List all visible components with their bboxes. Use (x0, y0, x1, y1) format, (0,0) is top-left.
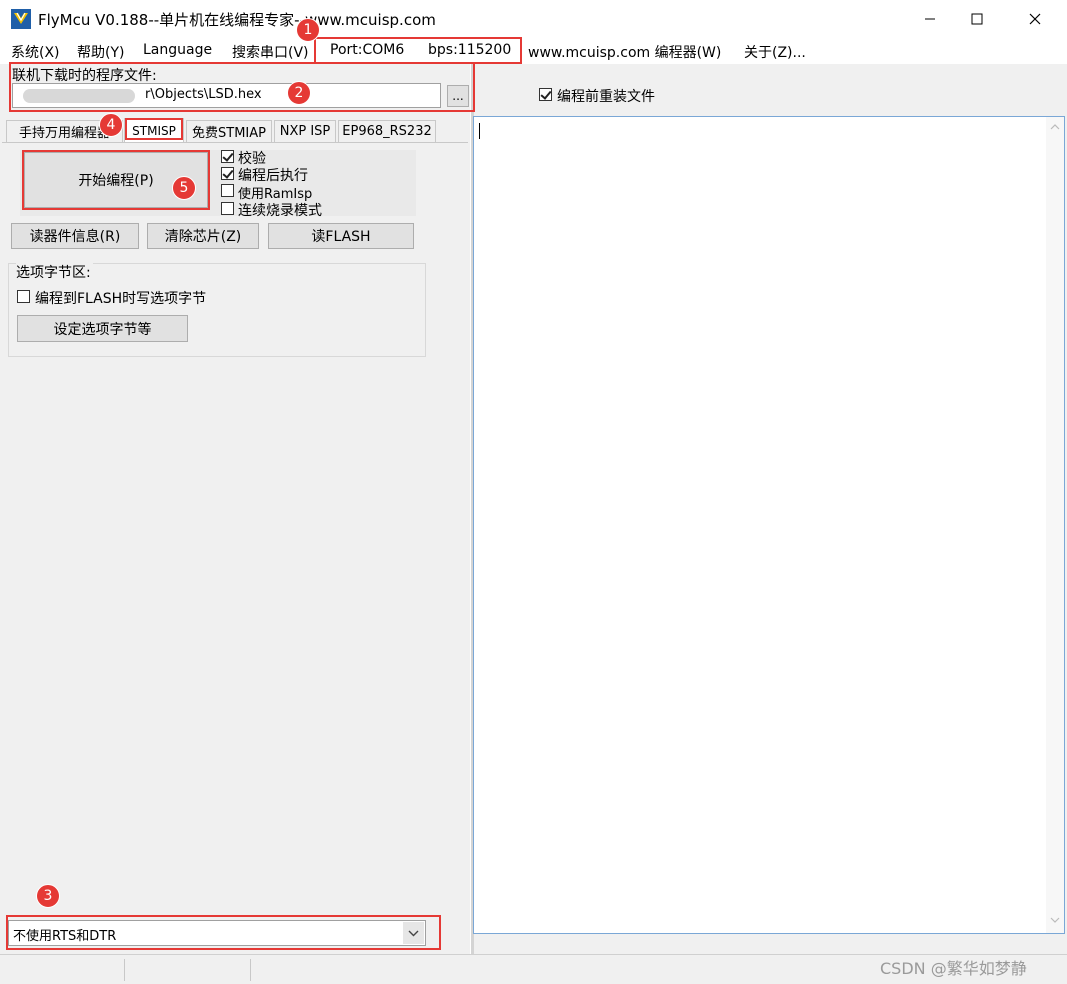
menu-system[interactable]: 系统(X) (11, 42, 60, 62)
menu-programmer[interactable]: www.mcuisp.com 编程器(W) (528, 42, 721, 62)
scroll-up-icon[interactable] (1050, 123, 1060, 130)
tab-ep968-label: EP968_RS232 (342, 124, 432, 139)
run-after-label: 编程后执行 (238, 168, 308, 184)
menu-search-port[interactable]: 搜索串口(V) (232, 42, 309, 62)
tab-divider (2, 142, 468, 143)
close-button[interactable] (1012, 0, 1058, 38)
erase-chip-button[interactable]: 清除芯片(Z) (147, 223, 259, 249)
maximize-button[interactable] (954, 0, 1000, 38)
annotation-badge-5: 5 (172, 176, 196, 200)
menu-help[interactable]: 帮助(Y) (77, 42, 124, 62)
tab-handheld-label: 手持万用编程器 (18, 126, 110, 141)
status-divider (250, 959, 251, 981)
text-caret (479, 123, 480, 139)
maximize-icon (971, 13, 983, 25)
watermark: CSDN @繁华如梦静 (880, 959, 1027, 978)
read-info-button[interactable]: 读器件信息(R) (11, 223, 139, 249)
read-flash-button[interactable]: 读FLASH (268, 223, 414, 249)
annotation-badge-3: 3 (36, 884, 60, 908)
title-bar: FlyMcu V0.188--单片机在线编程专家--www.mcuisp.com (0, 0, 1067, 38)
tab-stmiap[interactable]: 免费STMIAP (186, 120, 272, 142)
highlight-stmisp-tab (125, 118, 183, 140)
reload-checkbox[interactable] (539, 88, 552, 101)
menu-language[interactable]: Language (143, 42, 212, 58)
scroll-down-icon[interactable] (1050, 917, 1060, 924)
write-option-bytes-checkbox[interactable] (17, 290, 30, 303)
vertical-scrollbar[interactable] (1046, 117, 1064, 933)
app-icon (11, 9, 31, 29)
tab-nxp-isp-label: NXP ISP (279, 124, 331, 139)
window-title: FlyMcu V0.188--单片机在线编程专家--www.mcuisp.com (38, 11, 436, 29)
close-icon (1029, 13, 1041, 25)
tab-stmiap-label: 免费STMIAP (192, 126, 266, 141)
ramisp-checkbox[interactable] (221, 184, 234, 197)
option-bytes-label: 选项字节区: (16, 262, 93, 282)
annotation-badge-2: 2 (287, 81, 311, 105)
option-bytes-settings-button[interactable]: 设定选项字节等 (17, 315, 188, 342)
verify-checkbox[interactable] (221, 150, 234, 163)
minimize-icon (925, 18, 935, 20)
continuous-label: 连续烧录模式 (238, 203, 322, 219)
tab-nxp-isp[interactable]: NXP ISP (274, 120, 336, 142)
status-divider (124, 959, 125, 981)
output-log[interactable] (473, 116, 1065, 934)
write-option-bytes-label: 编程到FLASH时写选项字节 (35, 291, 207, 307)
run-after-checkbox[interactable] (221, 167, 234, 180)
minimize-button[interactable] (907, 0, 953, 38)
highlight-rts-dtr (6, 915, 441, 950)
highlight-file (9, 62, 475, 112)
reload-label: 编程前重装文件 (557, 89, 655, 105)
tab-ep968[interactable]: EP968_RS232 (338, 120, 436, 142)
annotation-badge-4: 4 (99, 113, 123, 137)
highlight-port-bps (314, 37, 522, 64)
menu-about[interactable]: 关于(Z)... (744, 42, 806, 62)
annotation-badge-1: 1 (296, 18, 320, 42)
continuous-checkbox[interactable] (221, 202, 234, 215)
